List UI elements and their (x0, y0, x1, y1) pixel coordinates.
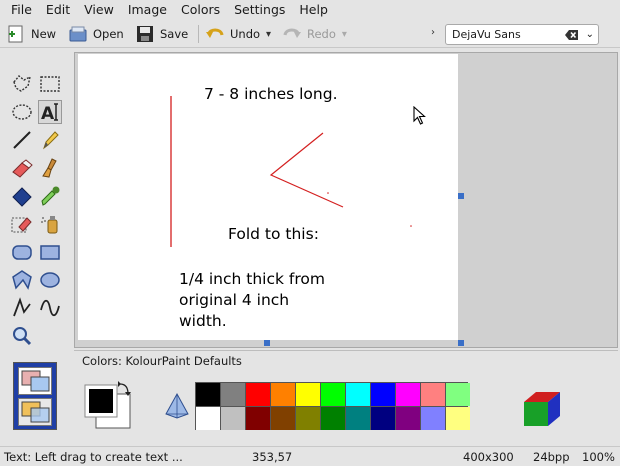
new-document-icon (6, 24, 26, 44)
undo-label: Undo (230, 27, 261, 41)
color-picker-icon[interactable] (38, 184, 62, 208)
menu-bar: File Edit View Image Colors Settings Hel… (0, 0, 620, 20)
color-cube-icon[interactable] (522, 388, 562, 428)
polygon-icon[interactable] (10, 268, 34, 292)
color-swatch[interactable] (271, 407, 295, 430)
status-zoom: 100% (582, 450, 615, 464)
redo-dropdown-icon[interactable]: ▾ (342, 29, 347, 40)
free-form-selection-icon[interactable] (10, 72, 34, 96)
elliptical-selection-icon[interactable] (10, 100, 34, 124)
undo-arrow-icon (205, 24, 225, 44)
toolbar-separator (198, 25, 199, 43)
foreground-background-colors[interactable] (82, 380, 132, 430)
color-swatch[interactable] (446, 383, 470, 406)
open-label: Open (93, 27, 124, 41)
resize-handle-bottom[interactable] (264, 340, 270, 346)
undo-button[interactable]: Undo ▾ (205, 23, 271, 45)
eraser-tool-icon[interactable] (10, 156, 34, 180)
color-swatch[interactable] (346, 407, 370, 430)
color-swatch[interactable] (396, 383, 420, 406)
menu-edit[interactable]: Edit (39, 0, 77, 20)
color-similarity-icon[interactable] (164, 392, 190, 420)
line-tool-icon[interactable] (10, 128, 34, 152)
color-palette (195, 382, 470, 430)
font-family-value: DejaVu Sans (452, 28, 521, 41)
undo-dropdown-icon[interactable]: ▾ (266, 29, 271, 40)
color-swatch[interactable] (371, 383, 395, 406)
menu-colors[interactable]: Colors (174, 0, 227, 20)
pen-tool-icon[interactable] (38, 128, 62, 152)
flood-fill-icon[interactable] (10, 184, 34, 208)
color-swatch[interactable] (321, 407, 345, 430)
color-swatch[interactable] (271, 383, 295, 406)
color-swatch[interactable] (421, 383, 445, 406)
drawing-canvas[interactable]: 7 - 8 inches long. Fold to this: 1/4 inc… (78, 54, 458, 340)
canvas-text-thickness-1: 1/4 inch thick from (179, 270, 325, 288)
color-swatch[interactable] (396, 407, 420, 430)
status-message: Text: Left drag to create text ... (4, 450, 183, 464)
color-swatch[interactable] (246, 383, 270, 406)
color-swatch[interactable] (221, 383, 245, 406)
rounded-rectangle-icon[interactable] (10, 240, 34, 264)
status-image-size: 400x300 (463, 450, 514, 464)
zoom-icon[interactable] (10, 324, 34, 348)
canvas-text-thickness-2: original 4 inch (179, 291, 290, 309)
open-button[interactable]: Open (68, 23, 124, 45)
menu-file[interactable]: File (4, 0, 39, 20)
connected-lines-icon[interactable] (10, 296, 34, 320)
color-eraser-icon[interactable] (10, 212, 34, 236)
color-swatch[interactable] (296, 383, 320, 406)
menu-view[interactable]: View (77, 0, 121, 20)
canvas-text-thickness-3: width. (179, 312, 227, 330)
selection-mode-panel (13, 362, 57, 430)
color-swatch[interactable] (346, 383, 370, 406)
menu-image[interactable]: Image (121, 0, 174, 20)
resize-handle-corner[interactable] (458, 340, 464, 346)
menu-help[interactable]: Help (292, 0, 335, 20)
rectangle-icon[interactable] (38, 240, 62, 264)
status-bar: Text: Left drag to create text ... 353,5… (0, 446, 620, 466)
color-swatch[interactable] (246, 407, 270, 430)
rectangular-selection-icon[interactable] (38, 72, 62, 96)
text-tool-icon[interactable]: A (38, 100, 62, 124)
mouse-cursor-icon (413, 106, 426, 125)
save-button[interactable]: Save (135, 23, 188, 45)
color-swatch[interactable] (371, 407, 395, 430)
save-label: Save (160, 27, 189, 41)
status-color-depth: 24bpp (533, 450, 570, 464)
color-swatch[interactable] (221, 407, 245, 430)
colors-panel-title: Colors: KolourPaint Defaults (82, 354, 242, 368)
chevron-down-icon[interactable]: ⌄ (586, 25, 594, 44)
open-folder-icon (68, 24, 88, 44)
menu-settings[interactable]: Settings (227, 0, 292, 20)
new-button[interactable]: New (6, 23, 56, 45)
color-swatch[interactable] (296, 407, 320, 430)
canvas-text-fold: Fold to this: (228, 225, 319, 243)
redo-button[interactable]: Redo ▾ (282, 23, 347, 45)
clear-text-icon[interactable] (565, 28, 579, 40)
canvas-text-length: 7 - 8 inches long. (204, 85, 338, 103)
resize-handle-right[interactable] (458, 193, 464, 199)
brush-tool-icon[interactable] (38, 156, 62, 180)
color-swatch[interactable] (196, 383, 220, 406)
status-coordinates: 353,57 (252, 450, 293, 464)
redo-arrow-icon (282, 24, 302, 44)
new-label: New (31, 27, 57, 41)
svg-text:A: A (41, 104, 55, 124)
transparent-selection-icon[interactable] (18, 398, 52, 426)
color-swatch[interactable] (196, 407, 220, 430)
spraycan-icon[interactable] (38, 212, 62, 236)
color-swatch[interactable] (421, 407, 445, 430)
toolbar-overflow-icon[interactable]: › (431, 27, 435, 38)
ellipse-icon[interactable] (38, 268, 62, 292)
color-swatch[interactable] (321, 383, 345, 406)
color-swatch[interactable] (446, 407, 470, 430)
curve-icon[interactable] (38, 296, 62, 320)
opaque-selection-icon[interactable] (18, 367, 52, 395)
redo-label: Redo (307, 27, 336, 41)
save-disk-icon (135, 24, 155, 44)
font-family-combo[interactable]: DejaVu Sans ⌄ (445, 24, 599, 45)
